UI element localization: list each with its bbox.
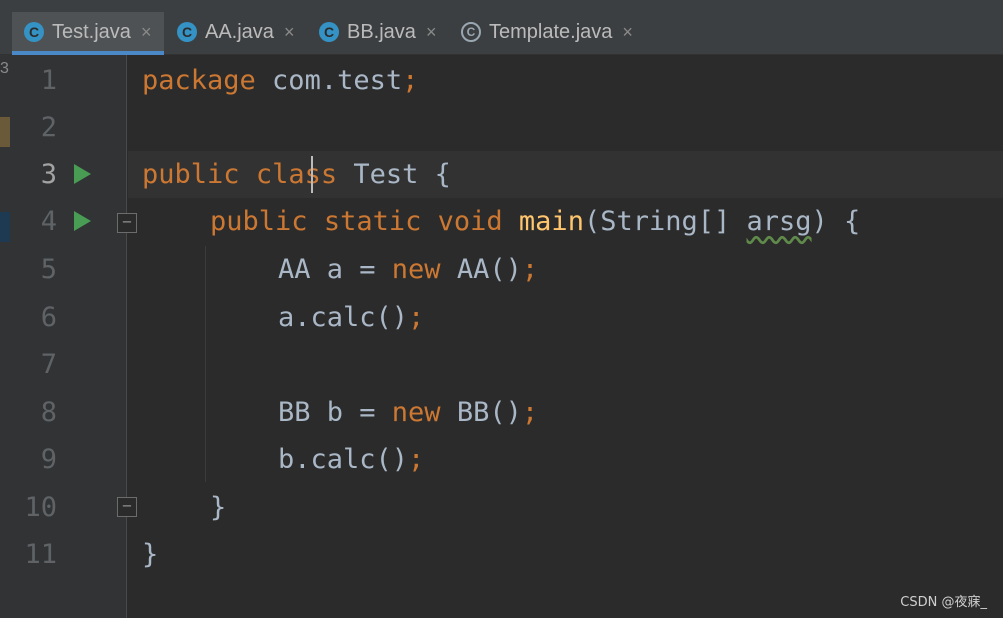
code-line-4[interactable]: public static void main(String[] arsg) {	[210, 198, 860, 245]
editor-tab-bar: C Test.java × C AA.java × C BB.java × C …	[0, 0, 1003, 55]
code-text: Test {	[337, 159, 451, 190]
keyword: new	[391, 254, 441, 285]
code-text: AA()	[440, 254, 522, 285]
code-text: (String[]	[583, 206, 747, 237]
line-number: 8	[40, 397, 57, 428]
fold-collapse-icon[interactable]: −	[117, 497, 137, 517]
line-number: 6	[40, 302, 57, 333]
code-text: BB b =	[278, 397, 392, 428]
line-number: 4	[40, 206, 57, 237]
line-number: 7	[40, 349, 57, 380]
code-text: AA a =	[278, 254, 392, 285]
tab-test-java[interactable]: C Test.java ×	[12, 12, 164, 55]
code-line-8[interactable]: BB b = new BB();	[278, 389, 538, 436]
line-number: 5	[40, 254, 57, 285]
keyword: static	[323, 206, 422, 237]
keyword: void	[437, 206, 503, 237]
code-line-1[interactable]: package com.test;	[142, 57, 418, 104]
tab-label: Test.java	[52, 20, 131, 43]
code-text: }	[142, 539, 159, 570]
change-marker	[0, 117, 10, 147]
code-line-11[interactable]: }	[142, 531, 158, 578]
tab-label: BB.java	[347, 20, 416, 43]
fold-collapse-icon[interactable]: −	[117, 213, 137, 233]
semicolon: ;	[521, 397, 539, 428]
change-marker	[0, 212, 10, 242]
code-line-6[interactable]: a.calc();	[278, 294, 424, 341]
code-text: a.calc()	[278, 302, 409, 333]
text-caret	[311, 156, 313, 193]
code-line-3[interactable]: public class Test {	[142, 151, 451, 198]
semicolon: ;	[521, 254, 539, 285]
warning-parameter: arsg	[746, 206, 812, 237]
tab-template-java[interactable]: C Template.java ×	[461, 12, 633, 52]
tab-bb-java[interactable]: C BB.java ×	[319, 12, 436, 52]
semicolon: ;	[408, 302, 425, 333]
method-name: main	[518, 206, 584, 237]
class-icon: C	[24, 22, 44, 42]
close-icon[interactable]: ×	[426, 22, 437, 43]
code-line-5[interactable]: AA a = new AA();	[278, 246, 538, 293]
code-text: BB()	[440, 397, 522, 428]
line-number: 11	[24, 539, 57, 570]
code-line-9[interactable]: b.calc();	[278, 436, 424, 483]
watermark: CSDN @夜寐_	[900, 595, 987, 610]
keyword: package	[142, 65, 256, 96]
code-text: b.calc()	[278, 444, 409, 475]
close-icon[interactable]: ×	[284, 22, 295, 43]
run-icon[interactable]	[74, 211, 91, 231]
code-line-10[interactable]: }	[210, 484, 226, 531]
line-number: 10	[24, 492, 57, 523]
keyword: public	[210, 206, 308, 237]
line-number: 9	[40, 444, 57, 475]
keyword: class	[255, 159, 338, 190]
close-icon[interactable]: ×	[622, 22, 633, 43]
tab-aa-java[interactable]: C AA.java ×	[177, 12, 294, 52]
code-text: ) {	[811, 206, 861, 237]
keyword: new	[391, 397, 441, 428]
keyword: public	[142, 159, 240, 190]
indent-guide	[205, 246, 206, 482]
class-icon: C	[319, 22, 339, 42]
tab-label: AA.java	[205, 20, 274, 43]
line-number: 2	[40, 112, 57, 143]
class-icon: C	[177, 22, 197, 42]
line-number: 1	[40, 65, 57, 96]
semicolon: ;	[408, 444, 425, 475]
line-number: 3	[40, 159, 57, 190]
close-icon[interactable]: ×	[141, 22, 152, 43]
abstract-class-icon: C	[461, 22, 481, 42]
run-icon[interactable]	[74, 164, 91, 184]
tool-window-number[interactable]: 3	[0, 60, 9, 78]
semicolon: ;	[402, 65, 419, 96]
code-text: com.test	[255, 65, 403, 96]
code-text: }	[210, 492, 227, 523]
tab-label: Template.java	[489, 20, 613, 43]
